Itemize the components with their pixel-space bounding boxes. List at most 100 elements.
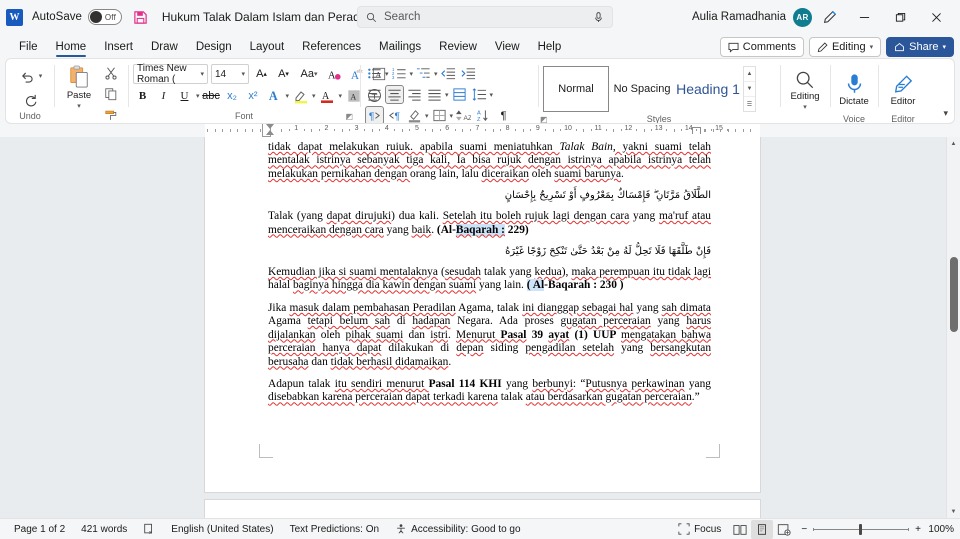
styles-more-icon[interactable]: ☰ <box>744 97 755 111</box>
chevron-down-icon[interactable]: ▾ <box>410 70 414 78</box>
ruler-right-indent-icon[interactable] <box>692 127 701 134</box>
ruler-hanging-indent-icon[interactable] <box>266 130 274 135</box>
tab-view[interactable]: View <box>486 36 529 58</box>
styles-scroll-down-icon[interactable]: ▼ <box>744 82 755 97</box>
document-paragraph[interactable]: Adapun talak itu sendiri menurut Pasal 1… <box>268 378 711 405</box>
scroll-down-icon[interactable]: ▼ <box>947 505 960 518</box>
save-icon[interactable] <box>133 9 149 25</box>
minimize-button[interactable] <box>846 0 882 34</box>
web-layout-button[interactable] <box>773 520 795 539</box>
paste-button[interactable]: Paste ▾ <box>59 63 99 111</box>
accessibility-status[interactable]: Accessibility: Good to go <box>387 519 529 539</box>
chevron-down-icon[interactable]: ▾ <box>312 92 316 100</box>
chevron-down-icon[interactable]: ▾ <box>241 70 245 78</box>
word-count-status[interactable]: 421 words <box>73 519 135 539</box>
ruler-first-line-indent-icon[interactable] <box>266 124 274 129</box>
zoom-slider-handle[interactable] <box>859 523 863 535</box>
chevron-down-icon[interactable]: ▾ <box>425 112 429 120</box>
document-paragraph[interactable]: Talak (yang dapat dirujuki) dua kali. Se… <box>268 210 711 237</box>
left-to-right-text-direction-icon[interactable]: ¶ <box>365 106 384 123</box>
tab-references[interactable]: References <box>293 36 370 58</box>
document-text-body[interactable]: tidak dapat melakukan ruiuk. apabila sua… <box>268 141 711 414</box>
tab-mailings[interactable]: Mailings <box>370 36 430 58</box>
read-mode-button[interactable] <box>729 520 751 539</box>
shading-icon[interactable] <box>405 106 424 123</box>
font-size-input[interactable]: 14 ▾ <box>211 64 249 84</box>
tab-file[interactable]: File <box>10 36 47 58</box>
zoom-out-button[interactable]: − <box>801 524 807 535</box>
borders-icon[interactable] <box>430 106 449 123</box>
editor-button[interactable]: Editor <box>883 66 923 114</box>
style-heading-1[interactable]: Heading 1 <box>675 66 741 112</box>
copy-icon[interactable] <box>101 84 121 104</box>
style-normal[interactable]: Normal <box>543 66 609 112</box>
tab-layout[interactable]: Layout <box>241 36 294 58</box>
styles-scroll-up-icon[interactable]: ▲ <box>744 67 755 82</box>
change-case-icon[interactable]: Aa ▾ <box>296 65 322 84</box>
increase-font-size-icon[interactable]: A ▴ <box>252 65 271 84</box>
horizontal-ruler[interactable]: 1 2 3 4 5 6 7 8 9 10 11 12 13 14 15 <box>205 124 760 137</box>
sort-icon[interactable]: AZ <box>454 106 473 123</box>
language-status[interactable]: English (United States) <box>163 519 281 539</box>
undo-icon[interactable] <box>18 66 38 86</box>
tab-help[interactable]: Help <box>529 36 571 58</box>
numbered-list-icon[interactable]: 123 <box>390 64 409 83</box>
chevron-down-icon[interactable]: ▾ <box>445 91 449 99</box>
zoom-in-button[interactable]: + <box>915 524 921 535</box>
proofing-status[interactable]: x <box>135 519 163 539</box>
editing-find-button[interactable]: Editing ▾ <box>785 66 825 114</box>
show-formatting-marks-icon[interactable]: ¶ <box>494 106 513 123</box>
strikethrough-button[interactable]: abc <box>202 86 221 105</box>
chevron-down-icon[interactable]: ▾ <box>39 72 43 80</box>
document-page-1[interactable]: tidak dapat melakukan ruiuk. apabila sua… <box>205 137 760 492</box>
increase-indent-icon[interactable] <box>459 64 478 83</box>
zoom-control[interactable]: − + <box>795 523 927 535</box>
superscript-button[interactable]: x² <box>244 86 263 105</box>
text-effects-gallery-icon[interactable]: A <box>265 86 284 105</box>
chevron-down-icon[interactable]: ▾ <box>490 91 494 99</box>
zoom-slider[interactable] <box>813 523 910 535</box>
page-number-status[interactable]: Page 1 of 2 <box>6 519 73 539</box>
restore-button[interactable] <box>882 0 918 34</box>
line-and-paragraph-spacing-icon[interactable] <box>470 85 489 104</box>
document-paragraph[interactable]: Kemudian jika si suami mentalaknya (sesu… <box>268 266 711 293</box>
chevron-down-icon[interactable]: ▾ <box>286 92 290 100</box>
font-color-icon[interactable]: A <box>318 86 337 105</box>
dialog-launcher-icon[interactable]: ◩ <box>540 115 548 124</box>
chevron-down-icon[interactable]: ▾ <box>77 102 81 110</box>
multilevel-list-icon[interactable] <box>414 64 433 83</box>
chevron-down-icon[interactable]: ▾ <box>450 112 454 120</box>
avatar[interactable]: AR <box>793 7 812 27</box>
vertical-scrollbar[interactable]: ▲ ▼ <box>946 137 960 518</box>
chevron-down-icon[interactable]: ▾ <box>803 103 807 111</box>
underline-button[interactable]: U <box>175 86 194 105</box>
redo-icon[interactable] <box>20 89 40 109</box>
pen-ribbon-display-icon[interactable] <box>812 2 846 32</box>
document-page-2[interactable] <box>205 500 760 518</box>
clear-formatting-icon[interactable]: A <box>325 65 344 84</box>
cut-icon[interactable] <box>101 63 121 83</box>
document-paragraph[interactable]: tidak dapat melakukan ruiuk. apabila sua… <box>268 141 711 181</box>
document-paragraph[interactable]: Jika masuk dalam pembahasan Peradilan Ag… <box>268 302 711 369</box>
align-left-icon[interactable] <box>365 85 384 104</box>
align-center-icon[interactable] <box>385 85 404 104</box>
chevron-down-icon[interactable]: ▾ <box>200 70 204 78</box>
zoom-percent-label[interactable]: 100% <box>927 524 954 535</box>
scrollbar-thumb[interactable] <box>950 257 958 332</box>
decrease-indent-icon[interactable] <box>439 64 458 83</box>
focus-mode-button[interactable]: Focus <box>670 519 729 539</box>
tab-review[interactable]: Review <box>430 36 486 58</box>
collapse-ribbon-icon[interactable]: ▾ <box>943 108 948 119</box>
subscript-button[interactable]: x₂ <box>223 86 242 105</box>
justify-icon[interactable] <box>425 85 444 104</box>
chevron-down-icon[interactable]: ▾ <box>434 70 438 78</box>
tab-draw[interactable]: Draw <box>142 36 187 58</box>
right-to-left-text-direction-icon[interactable]: ¶ <box>385 106 404 123</box>
chevron-down-icon[interactable]: ▾ <box>339 92 343 100</box>
comments-button[interactable]: Comments <box>719 37 804 57</box>
scroll-up-icon[interactable]: ▲ <box>947 137 960 150</box>
sort-az-icon[interactable]: AZ <box>474 106 493 123</box>
print-layout-button[interactable] <box>751 519 774 539</box>
close-button[interactable] <box>918 0 954 34</box>
chevron-down-icon[interactable]: ▾ <box>385 70 389 78</box>
